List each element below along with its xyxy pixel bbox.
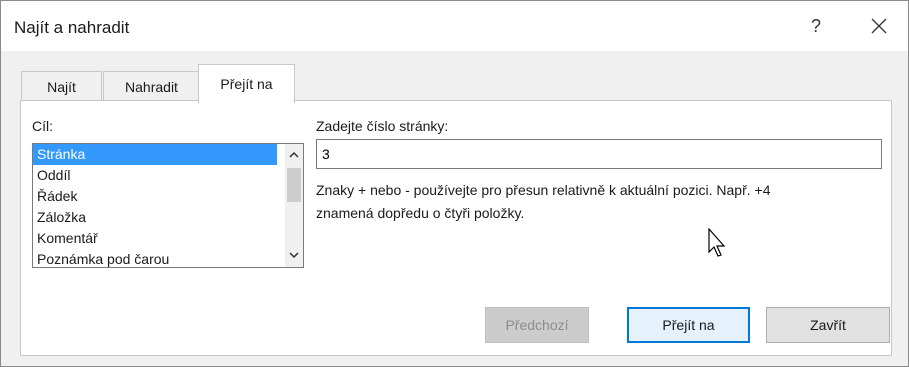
help-icon: ? <box>810 16 821 36</box>
find-replace-dialog: Najít a nahradit ? Najít Nahradit Přejít… <box>0 0 909 367</box>
tab-replace[interactable]: Nahradit <box>103 71 200 102</box>
tab-find[interactable]: Najít <box>21 71 102 102</box>
goto-panel: Cíl: Stránka Oddíl Řádek Záložka Komentá… <box>20 100 892 356</box>
scroll-up-icon[interactable] <box>285 146 303 164</box>
tab-goto[interactable]: Přejít na <box>198 64 295 103</box>
mouse-pointer-icon <box>708 228 726 257</box>
list-item[interactable]: Poznámka pod čarou <box>33 249 277 267</box>
close-icon <box>871 18 887 34</box>
previous-button[interactable]: Předchozí <box>485 307 589 343</box>
list-scrollbar[interactable] <box>285 144 303 267</box>
close-window-button[interactable] <box>859 9 899 43</box>
tab-find-label: Najít <box>47 79 76 95</box>
list-item[interactable]: Řádek <box>33 186 277 207</box>
hint-line-1: Znaky + nebo - používejte pro přesun rel… <box>316 182 771 198</box>
list-item[interactable]: Stránka <box>33 144 277 165</box>
page-number-label: Zadejte číslo stránky: <box>316 118 449 134</box>
close-button[interactable]: Zavřít <box>766 307 890 343</box>
hint-text: Znaky + nebo - používejte pro přesun rel… <box>316 179 876 225</box>
page-number-input[interactable] <box>316 139 882 169</box>
scroll-down-icon[interactable] <box>285 247 303 265</box>
list-item[interactable]: Oddíl <box>33 165 277 186</box>
goto-button[interactable]: Přejít na <box>627 307 750 343</box>
window-title: Najít a nahradit <box>14 18 130 37</box>
title-bar: Najít a nahradit ? <box>1 1 908 51</box>
scroll-thumb[interactable] <box>287 168 301 202</box>
list-item[interactable]: Komentář <box>33 228 277 249</box>
list-item[interactable]: Záložka <box>33 207 277 228</box>
tab-goto-label: Přejít na <box>220 76 273 92</box>
target-label: Cíl: <box>32 118 53 134</box>
tab-replace-label: Nahradit <box>125 79 178 95</box>
hint-line-2: znamená dopředu o čtyři položky. <box>316 205 525 221</box>
target-listbox[interactable]: Stránka Oddíl Řádek Záložka Komentář Poz… <box>32 143 304 268</box>
help-button[interactable]: ? <box>796 9 836 43</box>
